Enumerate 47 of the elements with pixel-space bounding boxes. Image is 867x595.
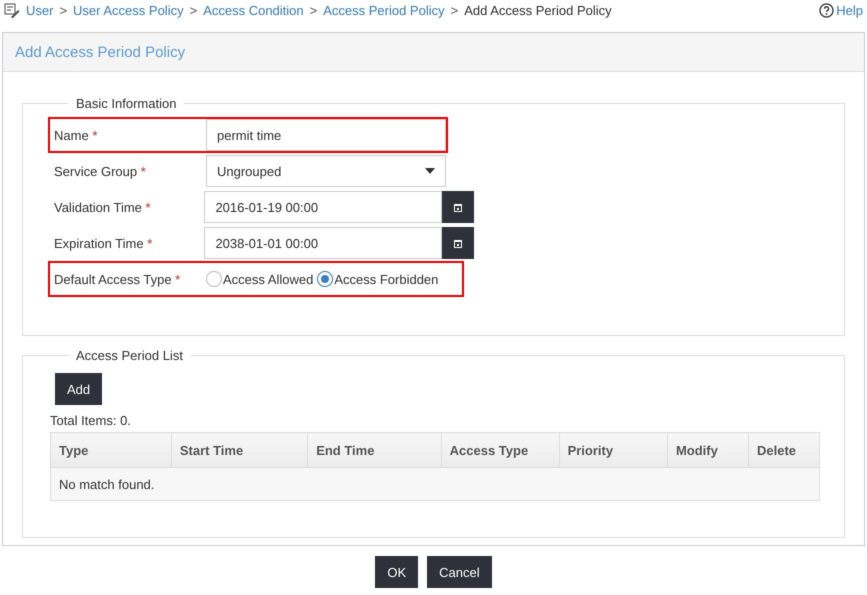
cancel-button[interactable]: Cancel bbox=[427, 556, 492, 588]
group-legend: Access Period List bbox=[68, 348, 191, 363]
calendar-icon bbox=[454, 202, 462, 212]
column-header: Start Time bbox=[171, 432, 308, 468]
breadcrumb-link[interactable]: User Access Policy bbox=[73, 2, 184, 18]
field-label: Expiration Time bbox=[54, 236, 144, 250]
breadcrumb-link[interactable]: User bbox=[26, 2, 54, 18]
column-header: Priority bbox=[559, 432, 668, 468]
required-mark: * bbox=[174, 272, 180, 286]
name-field[interactable]: permit time bbox=[206, 119, 446, 151]
required-mark: * bbox=[144, 200, 151, 214]
column-header: Type bbox=[50, 432, 172, 468]
field-label: Service Group bbox=[54, 164, 138, 178]
user-edit-icon bbox=[4, 2, 20, 18]
column-header: Modify bbox=[667, 432, 748, 468]
help-icon bbox=[819, 2, 834, 18]
breadcrumb-separator: > bbox=[190, 2, 198, 18]
date-field[interactable]: 2038-01-01 00:00 bbox=[204, 227, 442, 259]
add-button[interactable]: Add bbox=[55, 373, 102, 405]
empty-message: No match found. bbox=[50, 468, 820, 500]
field-label: Name bbox=[54, 128, 89, 142]
breadcrumb-separator: > bbox=[450, 2, 458, 18]
calendar-icon bbox=[454, 238, 462, 248]
group-legend: Basic Information bbox=[68, 96, 184, 111]
panel-title: Add Access Period Policy bbox=[15, 44, 186, 60]
service-group-select[interactable]: Ungrouped bbox=[206, 155, 446, 187]
radio-option[interactable]: Access Allowed bbox=[206, 271, 314, 287]
column-header: Delete bbox=[748, 432, 820, 468]
ok-button[interactable]: OK bbox=[375, 556, 418, 588]
required-mark: * bbox=[140, 164, 146, 178]
calendar-button[interactable] bbox=[442, 191, 474, 223]
help-link[interactable]: Help bbox=[819, 2, 863, 18]
breadcrumb-separator: > bbox=[310, 2, 318, 18]
column-header: Access Type bbox=[441, 432, 560, 468]
date-field[interactable]: 2016-01-19 00:00 bbox=[204, 191, 442, 223]
total-items: Total Items: 0. bbox=[50, 413, 132, 428]
calendar-button[interactable] bbox=[442, 227, 474, 259]
field-label: Default Access Type bbox=[54, 272, 172, 286]
breadcrumb-current: Add Access Period Policy bbox=[464, 2, 612, 18]
column-header: End Time bbox=[308, 432, 442, 468]
breadcrumb-link[interactable]: Access Condition bbox=[203, 2, 304, 18]
radio-option[interactable]: Access Forbidden bbox=[317, 271, 438, 287]
field-label: Validation Time bbox=[54, 200, 142, 214]
required-mark: * bbox=[91, 128, 98, 142]
breadcrumb-link[interactable]: Access Period Policy bbox=[323, 2, 445, 18]
breadcrumb-separator: > bbox=[59, 2, 68, 18]
required-mark: * bbox=[146, 236, 152, 250]
